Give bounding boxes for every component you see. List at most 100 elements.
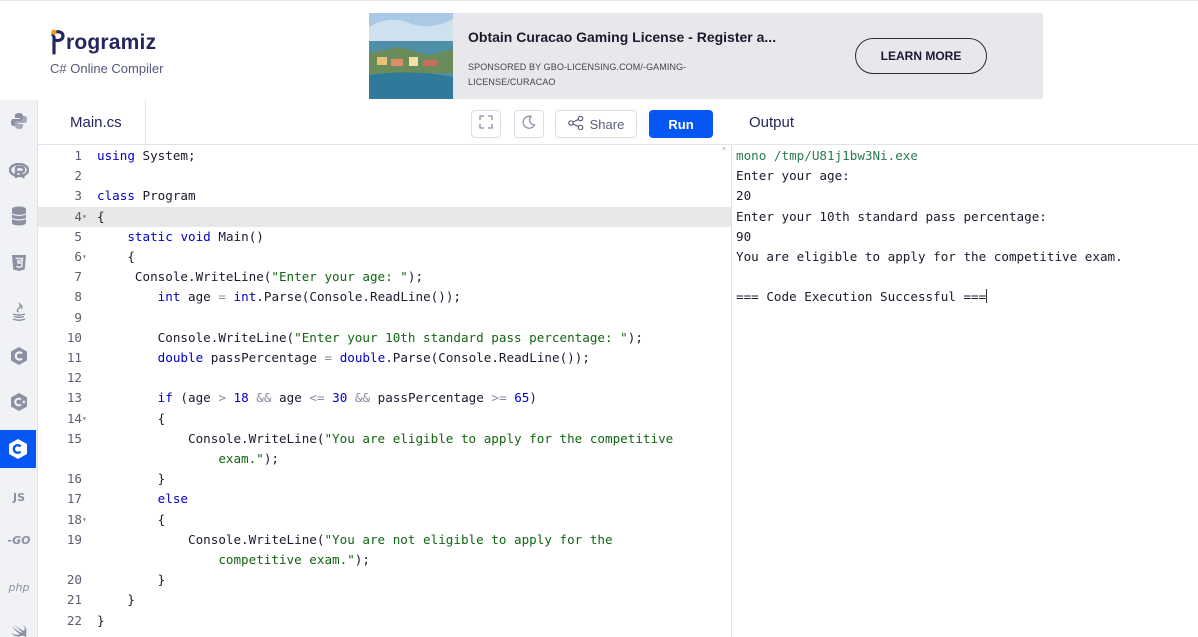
code-token: using xyxy=(97,148,135,163)
code-line[interactable]: 12 xyxy=(38,368,731,388)
code-token: ); xyxy=(407,269,424,285)
code-text: int age = int.Parse(Console.ReadLine()); xyxy=(97,287,461,307)
moon-icon xyxy=(522,115,536,134)
code-line[interactable]: 16 } xyxy=(38,469,731,489)
code-line[interactable]: 5 static void Main() xyxy=(38,227,731,247)
code-editor[interactable]: 1 using System; 2 3 class Program 4 ▾{5 static… xyxy=(38,145,732,637)
code-line[interactable]: 6 ▾ { xyxy=(38,247,731,267)
code-line[interactable]: competitive exam."); xyxy=(38,550,731,570)
code-token: > xyxy=(218,390,226,406)
run-button[interactable]: Run xyxy=(649,110,713,138)
output-header: Output xyxy=(733,100,1198,145)
code-line[interactable]: 11 double passPercentage = double.Parse(… xyxy=(38,348,731,368)
code-line[interactable]: 10 Console.WriteLine("Enter your 10th st… xyxy=(38,328,731,348)
output-line: 20 xyxy=(736,186,751,206)
php-icon: php xyxy=(8,580,30,594)
code-token: Program xyxy=(134,188,196,204)
share-button[interactable]: Share xyxy=(555,110,637,138)
r-lang-icon[interactable] xyxy=(0,152,38,190)
output-title: Output xyxy=(749,113,795,131)
code-line[interactable]: 14 ▾ { xyxy=(38,409,731,429)
csharp-icon[interactable] xyxy=(0,430,36,468)
dark-mode-button[interactable] xyxy=(514,110,544,138)
code-line[interactable]: 8 int age = int.Parse(Console.ReadLine()… xyxy=(38,287,731,307)
code-text: Console.WriteLine("You are not eligible … xyxy=(97,530,613,550)
programiz-logo[interactable]: rogramiz C# Online Compiler xyxy=(50,29,250,76)
output-line: Enter your age: xyxy=(736,166,850,186)
code-line[interactable]: 2 xyxy=(38,166,731,186)
go-icon: -GO xyxy=(7,533,31,547)
line-number: 2 xyxy=(74,168,82,184)
code-text: Console.WriteLine("Enter your 10th stand… xyxy=(97,328,643,348)
fold-arrow-icon[interactable]: ▾ xyxy=(82,510,92,530)
learn-more-button[interactable]: LEARN MORE xyxy=(855,38,987,74)
code-token: ); xyxy=(263,451,279,466)
code-text: { xyxy=(97,510,166,530)
code-text: } xyxy=(97,611,105,631)
logo-p-icon xyxy=(50,29,65,55)
line-number: 9 xyxy=(74,309,82,325)
python-icon[interactable] xyxy=(0,102,38,140)
text-cursor xyxy=(986,289,988,304)
fold-arrow-icon[interactable]: ▾ xyxy=(82,207,92,227)
output-text: 90 xyxy=(736,228,752,244)
fullscreen-button[interactable] xyxy=(471,110,501,138)
js-icon: JS xyxy=(12,490,25,504)
database-icon[interactable] xyxy=(0,197,38,235)
line-number: 15 xyxy=(66,430,82,446)
code-token: Console.WriteLine( xyxy=(97,269,272,285)
code-token: passPercentage xyxy=(203,350,325,365)
code-token: else xyxy=(157,491,189,507)
tab-main-cs[interactable]: Main.cs xyxy=(48,100,146,145)
html5-icon[interactable] xyxy=(0,244,38,282)
code-line[interactable]: 3 class Program xyxy=(38,186,731,206)
code-line[interactable]: 17 else xyxy=(38,489,731,509)
swift-icon[interactable] xyxy=(0,612,38,637)
code-token: ); xyxy=(627,329,643,345)
code-line[interactable]: 21 } xyxy=(38,590,731,610)
cpp-icon[interactable] xyxy=(0,383,38,421)
output-line: Enter your 10th standard pass percentage… xyxy=(736,207,1047,227)
code-line[interactable]: 4 ▾ { xyxy=(38,206,731,227)
code-token: } xyxy=(97,471,166,487)
c-lang-icon[interactable] xyxy=(0,337,38,375)
output-resize-handle[interactable]: ^ xyxy=(722,146,726,155)
ad-image[interactable] xyxy=(369,13,453,99)
line-number: 13 xyxy=(66,390,82,406)
code-line[interactable]: 7 Console.WriteLine("Enter your age: "); xyxy=(38,267,731,287)
code-text: double passPercentage = double.Parse(Con… xyxy=(97,348,590,368)
java-icon[interactable] xyxy=(0,293,38,331)
line-number: 12 xyxy=(66,370,82,386)
sidebar-item-js[interactable]: JS xyxy=(0,478,38,516)
code-line[interactable]: 15 Console.WriteLine("You are eligible t… xyxy=(38,429,731,449)
line-number: 14 xyxy=(66,410,82,426)
ad-title[interactable]: Obtain Curacao Gaming License - Register… xyxy=(468,29,776,45)
code-line[interactable]: 19 Console.WriteLine("You are not eligib… xyxy=(38,530,731,550)
code-line[interactable]: 18 ▾ { xyxy=(38,510,731,530)
code-token: "Enter your age: " xyxy=(271,269,408,285)
line-number: 8 xyxy=(74,289,82,305)
code-line[interactable]: exam."); xyxy=(38,449,731,469)
sidebar-item-php[interactable]: php xyxy=(0,568,38,606)
page-subtitle: C# Online Compiler xyxy=(50,61,164,76)
code-line[interactable]: 1 using System; xyxy=(38,146,731,166)
code-line[interactable]: 9 xyxy=(38,308,731,328)
code-line[interactable]: 22} xyxy=(38,611,731,631)
ad-banner[interactable]: Obtain Curacao Gaming License - Register… xyxy=(369,13,1043,99)
fold-arrow-icon[interactable]: ▾ xyxy=(82,247,92,267)
code-line[interactable]: 20 } xyxy=(38,570,731,590)
code-token: competitive exam." xyxy=(97,552,355,567)
output-console[interactable]: mono /tmp/U81j1bw3Ni.exe Enter your age: 2… xyxy=(733,145,1198,637)
share-icon xyxy=(567,115,584,133)
output-text: You are eligible to apply for the compet… xyxy=(736,249,1123,264)
top-header: rogramiz C# Online Compiler Obtain Curac… xyxy=(0,0,1198,100)
output-line: === Code Execution Successful === xyxy=(736,287,988,307)
code-line[interactable]: 13 if (age > 18 && age <= 30 && passPerc… xyxy=(38,388,731,408)
sidebar-item-go[interactable]: -GO xyxy=(0,521,38,559)
fold-arrow-icon[interactable]: ▾ xyxy=(82,409,92,429)
code-token: >= xyxy=(491,390,507,406)
